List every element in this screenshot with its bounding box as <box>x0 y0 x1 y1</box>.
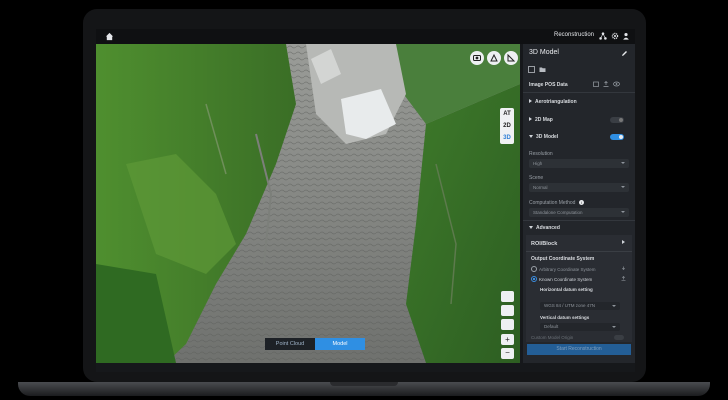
layers-icon[interactable] <box>501 291 514 302</box>
map2d-toggle[interactable] <box>610 117 624 123</box>
section-title: Reconstruction <box>554 32 595 38</box>
settings-panel: 3D Model Image POS Data Aerotriangulatio… <box>523 44 635 363</box>
known-cs-option[interactable]: Known Coordinate System <box>531 276 592 282</box>
aerotriangulation-row[interactable]: Aerotriangulation <box>529 99 577 105</box>
render-mode-tabs: Point Cloud Model <box>265 338 365 350</box>
roi-block-label[interactable]: ROI/Block <box>531 241 557 247</box>
network-icon[interactable] <box>599 32 607 40</box>
camera-icon[interactable] <box>470 51 484 65</box>
chevron-right-icon[interactable] <box>622 240 625 244</box>
measure-icon[interactable] <box>504 51 518 65</box>
export-icon[interactable] <box>621 276 626 281</box>
horizontal-datum-select[interactable]: WGS 84 / UTM zone 47N <box>540 302 620 310</box>
eye-icon[interactable] <box>613 81 620 87</box>
model3d-label: 3D Model <box>536 134 559 140</box>
top-bar: Reconstruction <box>96 29 635 44</box>
info-icon[interactable]: i <box>579 200 584 205</box>
known-cs-label: Known Coordinate System <box>539 277 593 282</box>
zoom-in-icon[interactable]: + <box>501 334 514 345</box>
panel-title: 3D Model <box>529 49 559 56</box>
upload-icon[interactable] <box>603 81 609 87</box>
advanced-row[interactable]: Advanced <box>529 225 560 231</box>
import-icon[interactable] <box>621 266 626 271</box>
arbitrary-cs-option[interactable]: Arbitrary Coordinate System <box>531 266 596 272</box>
tab-point-cloud[interactable]: Point Cloud <box>265 338 315 350</box>
gear-icon[interactable] <box>611 32 619 40</box>
divider <box>523 92 635 93</box>
image-icon[interactable] <box>528 66 535 73</box>
aerotriangulation-label: Aerotriangulation <box>535 99 577 105</box>
map2d-label: 2D Map <box>535 117 553 123</box>
horizontal-datum-label: Horizontal datum setting <box>540 287 593 292</box>
resolution-select[interactable]: High <box>529 159 629 168</box>
custom-origin-label: Custom Model Origin <box>531 335 574 340</box>
view-mode-2d[interactable]: 2D <box>500 120 514 132</box>
tab-model[interactable]: Model <box>315 338 365 350</box>
terrain-render <box>96 44 520 363</box>
advanced-subpanel: ROI/Block Output Coordinate System Arbit… <box>526 235 632 342</box>
user-icon[interactable] <box>622 32 630 40</box>
vertical-datum-label: Vertical datum settings <box>540 315 590 320</box>
grid-icon[interactable] <box>501 305 514 316</box>
view-mode-switch: AT 2D 3D <box>500 108 514 144</box>
folder-icon[interactable] <box>539 66 546 73</box>
image-pos-label: Image POS Data <box>529 82 568 88</box>
model3d-toggle[interactable] <box>610 134 624 140</box>
folder-open-icon[interactable] <box>593 81 599 87</box>
compass-icon[interactable] <box>501 319 514 330</box>
terrain-viewport[interactable]: AT 2D 3D + − <box>96 44 520 363</box>
arbitrary-cs-label: Arbitrary Coordinate System <box>539 267 596 272</box>
model3d-row[interactable]: 3D Model <box>529 134 558 140</box>
advanced-label: Advanced <box>536 225 560 231</box>
view-mode-3d[interactable]: 3D <box>500 132 514 144</box>
area-select-icon[interactable] <box>487 51 501 65</box>
view-mode-at[interactable]: AT <box>500 108 514 120</box>
divider <box>526 251 632 252</box>
zoom-out-icon[interactable]: − <box>501 348 514 359</box>
custom-origin-toggle[interactable] <box>614 335 624 340</box>
home-icon[interactable] <box>105 32 114 41</box>
edit-icon[interactable] <box>621 50 628 57</box>
start-reconstruction-button[interactable]: Start Reconstruction <box>527 344 631 355</box>
scene-select[interactable]: Normal <box>529 183 629 192</box>
divider <box>523 220 635 221</box>
output-cs-label: Output Coordinate System <box>531 256 595 262</box>
computation-select[interactable]: Standalone Computation <box>529 208 629 217</box>
map2d-row[interactable]: 2D Map <box>529 117 553 123</box>
app-screen: Reconstruction AT 2D 3D + − Point Cloud … <box>96 29 635 372</box>
vertical-datum-select[interactable]: Default <box>540 323 620 331</box>
resolution-label: Resolution <box>529 151 553 157</box>
laptop-notch <box>330 382 398 386</box>
computation-label: Computation Method <box>529 200 576 206</box>
scene-label: Scene <box>529 175 544 181</box>
